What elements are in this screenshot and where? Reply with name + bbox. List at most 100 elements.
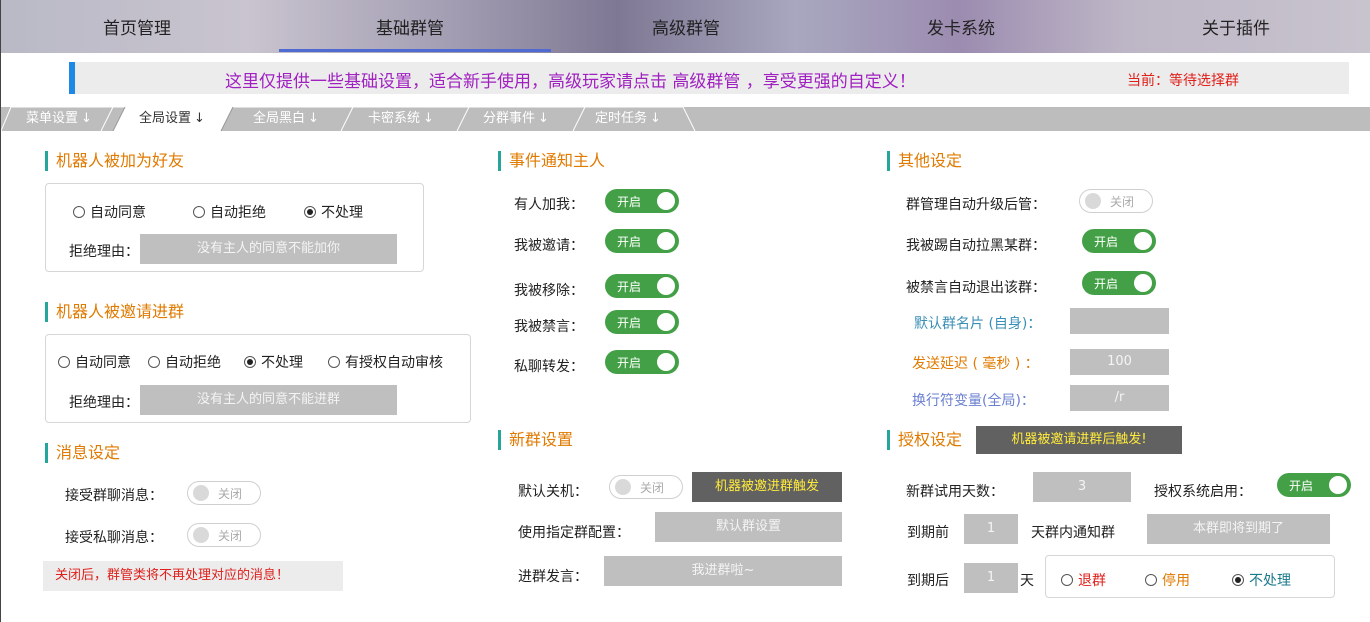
friend-radio-ignore[interactable]: 不处理 (304, 202, 363, 222)
nav-advanced-group[interactable]: 高级群管 (652, 14, 720, 39)
default-off-toggle[interactable]: 关闭 (609, 475, 683, 499)
auth-enable-toggle[interactable]: 开启 (1277, 473, 1351, 497)
after-expire-input[interactable]: 1 (964, 563, 1018, 593)
nav-card-system[interactable]: 发卡系统 (927, 14, 995, 39)
section-title-message: 消息设定 (45, 443, 120, 463)
default-off-label: 默认关机： (518, 484, 588, 500)
notify-label-added: 有人加我： (514, 197, 584, 213)
newline-var-input[interactable]: /r (1070, 385, 1169, 411)
tab-card-key-system[interactable]: 卡密系统 ↓ (368, 107, 434, 131)
radio-dot (328, 356, 340, 368)
tab-scheduled-tasks[interactable]: 定时任务 ↓ (595, 107, 661, 131)
radio-dot-selected (1232, 574, 1244, 586)
tab-group-events[interactable]: 分群事件 ↓ (483, 107, 549, 131)
day-unit-label: 天 (1020, 573, 1034, 589)
invite-radio-auto-accept[interactable]: 自动同意 (58, 352, 131, 372)
invite-reason-label: 拒绝理由： (69, 395, 139, 411)
section-title-newgroup: 新群设置 (498, 430, 573, 450)
friend-radio-auto-reject[interactable]: 自动拒绝 (193, 202, 266, 222)
nav-about-plugin[interactable]: 关于插件 (1202, 14, 1270, 39)
radio-dot (148, 356, 160, 368)
arrow-down-icon: ↓ (538, 111, 549, 126)
notify-toggle-removed[interactable]: 开启 (605, 274, 679, 298)
mute-leave-label: 被禁言自动退出该群： (906, 280, 1046, 296)
radio-dot-selected (304, 206, 316, 218)
tab-global-settings[interactable]: 全局设置 ↓ (139, 107, 205, 131)
invite-reason-input[interactable]: 没有主人的同意不能进群 (140, 385, 397, 415)
trial-days-input[interactable]: 3 (1033, 472, 1131, 502)
arrow-down-icon: ↓ (194, 111, 205, 126)
tab-global-blackwhite[interactable]: 全局黑白 ↓ (253, 107, 319, 131)
send-delay-input[interactable]: 100 (1070, 349, 1169, 375)
notify-toggle-private-forward[interactable]: 开启 (605, 350, 679, 374)
join-speech-label: 进群发言： (518, 569, 588, 585)
group-config-input[interactable]: 默认群设置 (655, 512, 842, 542)
group-card-label: 默认群名片 (自身)： (914, 316, 1042, 332)
radio-dot-selected (244, 356, 256, 368)
group-message-toggle[interactable]: 关闭 (187, 481, 261, 505)
mute-leave-toggle[interactable]: 开启 (1082, 271, 1156, 295)
message-warning: 关闭后，群管类将不再处理对应的消息！ (43, 561, 343, 591)
notify-label-muted: 我被禁言： (514, 319, 584, 335)
section-title-invite: 机器人被邀请进群 (45, 302, 184, 322)
private-message-label: 接受私聊消息： (65, 530, 163, 546)
arrow-down-icon: ↓ (650, 111, 661, 126)
after-radio-leave[interactable]: 退群 (1061, 570, 1106, 590)
kick-blacklist-toggle[interactable]: 开启 (1082, 229, 1156, 253)
notify-label-removed: 我被移除： (514, 283, 584, 299)
radio-dot (1061, 574, 1073, 586)
notify-label-invited: 我被邀请： (514, 238, 584, 254)
group-config-label: 使用指定群配置： (518, 525, 630, 541)
invite-radio-ignore[interactable]: 不处理 (244, 352, 303, 372)
after-expire-label: 到期后 (907, 573, 949, 589)
expire-notify-input[interactable]: 本群即将到期了 (1147, 514, 1330, 544)
newline-var-label: 换行符变量(全局)： (912, 393, 1035, 409)
auto-upgrade-toggle[interactable]: 关闭 (1079, 189, 1153, 213)
auth-enable-label: 授权系统启用： (1154, 484, 1252, 500)
friend-reason-input[interactable]: 没有主人的同意不能加你 (140, 234, 397, 264)
tab-bar: 菜单设置 ↓ 全局设置 ↓ 全局黑白 ↓ 卡密系统 ↓ 分群事件 ↓ 定时任务 ↓ (1, 107, 1370, 131)
nav-active-indicator (279, 49, 551, 52)
radio-dot (1145, 574, 1157, 586)
arrow-down-icon: ↓ (81, 111, 92, 126)
after-radio-ignore[interactable]: 不处理 (1232, 570, 1291, 590)
newgroup-trigger-button[interactable]: 机器被邀进群触发 (692, 472, 842, 502)
trial-days-label: 新群试用天数： (906, 484, 1004, 500)
nav-home[interactable]: 首页管理 (103, 14, 171, 39)
banner-message: 这里仅提供一些基础设置，适合新手使用，高级玩家请点击 高级群管 ，享受更强的自定… (225, 72, 916, 92)
notice-banner: 这里仅提供一些基础设置，适合新手使用，高级玩家请点击 高级群管 ，享受更强的自定… (69, 62, 1349, 94)
invite-radio-auto-reject[interactable]: 自动拒绝 (148, 352, 221, 372)
group-message-label: 接受群聊消息： (65, 488, 163, 504)
arrow-down-icon: ↓ (308, 111, 319, 126)
section-title-auth: 授权设定 (887, 430, 962, 450)
after-radio-disable[interactable]: 停用 (1145, 570, 1190, 590)
notify-toggle-invited[interactable]: 开启 (605, 229, 679, 253)
notify-toggle-added[interactable]: 开启 (605, 189, 679, 213)
banner-accent (69, 62, 75, 94)
join-speech-input[interactable]: 我进群啦~ (604, 556, 842, 586)
notify-label-private-forward: 私聊转发： (514, 359, 584, 375)
auto-upgrade-label: 群管理自动升级后管： (906, 197, 1046, 213)
section-title-friend: 机器人被加为好友 (45, 151, 184, 171)
notify-toggle-muted[interactable]: 开启 (605, 310, 679, 334)
private-message-toggle[interactable]: 关闭 (187, 523, 261, 547)
radio-dot (193, 206, 205, 218)
radio-dot (58, 356, 70, 368)
section-title-notify: 事件通知主人 (498, 151, 605, 171)
before-expire-label: 到期前 (907, 525, 949, 541)
group-card-input[interactable] (1070, 308, 1169, 334)
arrow-down-icon: ↓ (423, 111, 434, 126)
notify-group-label: 天群内通知群 (1031, 525, 1115, 541)
tab-menu-settings[interactable]: 菜单设置 ↓ (26, 107, 92, 131)
section-title-other: 其他设定 (887, 151, 962, 171)
nav-basic-group[interactable]: 基础群管 (376, 14, 444, 39)
top-nav: 首页管理 基础群管 高级群管 发卡系统 关于插件 (1, 0, 1370, 53)
send-delay-label: 发送延迟 ( 毫秒 ) ： (912, 356, 1039, 372)
friend-reason-label: 拒绝理由： (69, 244, 139, 260)
friend-radio-auto-accept[interactable]: 自动同意 (73, 202, 146, 222)
before-expire-input[interactable]: 1 (964, 514, 1018, 544)
invite-radio-auth-review[interactable]: 有授权自动审核 (328, 352, 443, 372)
radio-dot (73, 206, 85, 218)
current-group-status: 当前：等待选择群 (1127, 73, 1239, 89)
auth-trigger-button[interactable]: 机器被邀请进群后触发! (976, 426, 1182, 454)
